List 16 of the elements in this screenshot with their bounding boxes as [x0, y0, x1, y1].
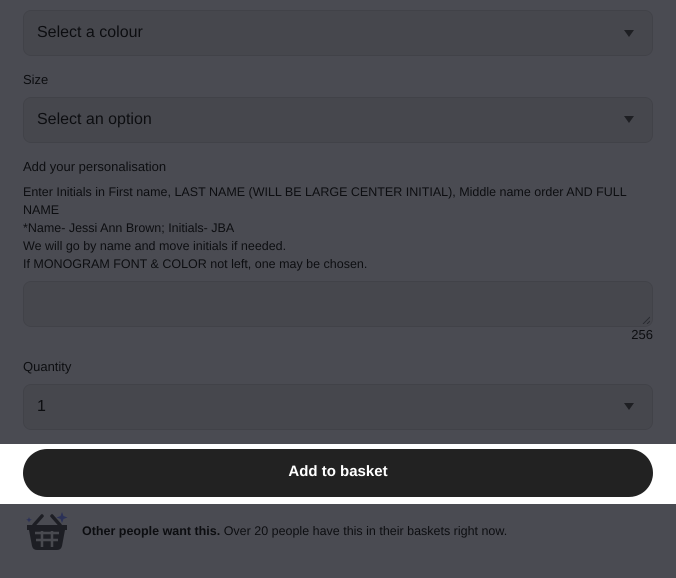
personalisation-field[interactable] [23, 281, 653, 327]
notice-text: Other people want this. Over 20 people have this in their baskets right now. [82, 523, 508, 540]
instructions-text: Enter Initials in First name, LAST NAME (WILL BE LARGE CENTER INITIAL), Middle name order AND FULL NAME *Name- Jessi Ann Brown; Initials- JBA We will go by name and move initials if needed. If MONOGRAM FONT & COLOR not left, one may be chosen. [23, 184, 628, 273]
character-counter: 256 [630, 327, 653, 343]
field-label: Quantity [23, 358, 72, 376]
select-field[interactable]: 1 [23, 384, 653, 430]
select-field[interactable]: Select a colour [23, 10, 653, 56]
dropdown-caret-icon [624, 116, 634, 123]
field-label: Size [23, 71, 50, 89]
add-to-basket-button[interactable]: Add to basket [23, 448, 653, 496]
dropdown-caret-icon [624, 30, 634, 36]
field-label: Add your personalisation [23, 158, 168, 176]
dropdown-caret-icon [624, 403, 634, 410]
select-field[interactable]: Select an option [23, 96, 653, 142]
basket-icon [26, 512, 68, 552]
resize-handle-icon[interactable] [642, 316, 650, 324]
